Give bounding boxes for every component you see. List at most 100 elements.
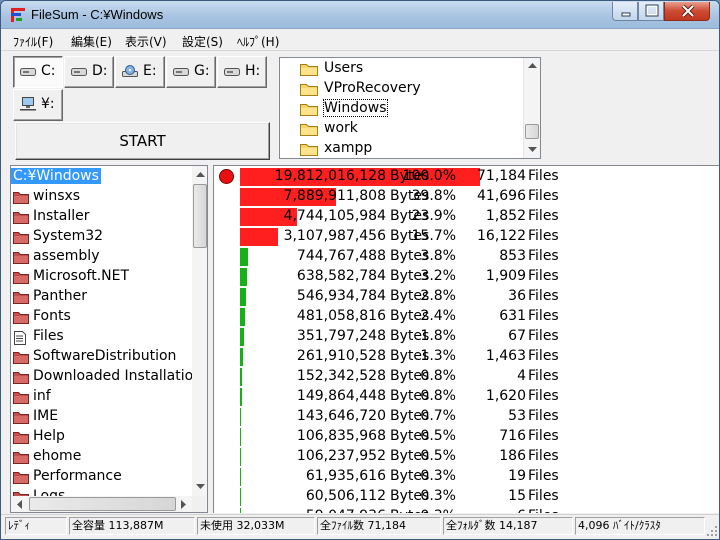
size-bytes: 106,835,968 — [296, 428, 386, 444]
result-row[interactable]: 3,107,987,456 Bytes 15.7% 16,122 Files — [214, 227, 719, 247]
result-row[interactable]: 152,342,528 Bytes 0.8% 4 Files — [214, 367, 719, 387]
scroll-thumb[interactable] — [525, 124, 539, 139]
result-row[interactable]: 149,864,448 Bytes 0.8% 1,620 Files — [214, 387, 719, 407]
tree-item[interactable]: winsxs — [11, 187, 192, 207]
result-row[interactable]: 351,797,248 Bytes 1.8% 67 Files — [214, 327, 719, 347]
tree-item[interactable]: ehome — [11, 447, 192, 467]
result-row[interactable]: 143,646,720 Bytes 0.7% 53 Files — [214, 407, 719, 427]
maximize-button[interactable] — [638, 2, 664, 21]
size-percent: 0.3% — [420, 508, 456, 513]
scroll-thumb[interactable] — [29, 497, 176, 511]
result-row[interactable]: 61,935,616 Bytes 0.3% 19 Files — [214, 467, 719, 487]
tree-item[interactable]: inf — [11, 387, 192, 407]
window-title: FileSum - C:¥Windows — [31, 7, 164, 22]
result-row[interactable]: 481,058,816 Bytes 2.4% 631 Files — [214, 307, 719, 327]
drive-label: D: — [92, 63, 108, 79]
size-bar — [240, 268, 247, 286]
menu-settings[interactable]: 設定(S) — [182, 33, 223, 50]
files-unit: Files — [528, 488, 559, 504]
size-bar — [240, 388, 242, 406]
scroll-right-icon[interactable] — [181, 500, 187, 509]
files-unit: Files — [528, 168, 559, 184]
result-row[interactable]: 60,506,112 Bytes 0.3% 15 Files — [214, 487, 719, 507]
maximize-icon — [645, 4, 659, 17]
scroll-left-icon[interactable] — [16, 500, 22, 509]
file-count: 716 — [499, 428, 526, 444]
size-bytes: 481,058,816 — [296, 308, 386, 324]
drive-c-button[interactable]: C: — [13, 56, 63, 88]
menu-edit[interactable]: 編集(E) — [71, 33, 112, 50]
tree-vertical-scrollbar[interactable] — [192, 166, 207, 496]
size-percent: 23.9% — [411, 208, 456, 224]
tree-item[interactable]: Files — [11, 327, 192, 347]
size-percent: 0.8% — [420, 368, 456, 384]
result-row[interactable]: 638,582,784 Bytes 3.2% 1,909 Files — [214, 267, 719, 287]
result-row[interactable]: 261,910,528 Bytes 1.3% 1,463 Files — [214, 347, 719, 367]
tree-horizontal-scrollbar[interactable] — [11, 496, 192, 512]
drive-yen-button[interactable]: ¥: — [13, 89, 63, 121]
result-row[interactable]: 19,812,016,128 Bytes 100.0% 71,184 Files — [214, 167, 719, 187]
tree-item[interactable]: Downloaded Installations — [11, 367, 192, 387]
scroll-down-icon[interactable] — [528, 147, 537, 153]
menu-help[interactable]: ﾍﾙﾌﾟ(H) — [237, 33, 279, 50]
folder-label: Users — [324, 60, 364, 76]
drive-g-button[interactable]: G: — [166, 56, 216, 88]
scroll-thumb[interactable] — [193, 184, 207, 248]
start-button[interactable]: START — [15, 122, 270, 160]
size-bar — [240, 348, 243, 366]
tree-item[interactable]: System32 — [11, 227, 192, 247]
size-percent: 2.8% — [420, 288, 456, 304]
tree-item[interactable]: Help — [11, 427, 192, 447]
minimize-button[interactable] — [612, 2, 638, 21]
size-percent: 15.7% — [411, 228, 456, 244]
folder-icon — [300, 144, 318, 156]
result-row[interactable]: 106,835,968 Bytes 0.5% 716 Files — [214, 427, 719, 447]
selected-marker-icon — [219, 169, 234, 184]
tree-item[interactable]: SoftwareDistribution — [11, 347, 192, 367]
size-bar — [240, 328, 244, 346]
folder-icon — [13, 352, 29, 364]
tree-item[interactable]: IME — [11, 407, 192, 427]
folder-icon — [13, 272, 29, 284]
tree-item[interactable]: Installer — [11, 207, 192, 227]
close-button[interactable] — [664, 2, 710, 21]
files-unit: Files — [528, 408, 559, 424]
result-row[interactable]: 546,934,784 Bytes 2.8% 36 Files — [214, 287, 719, 307]
folder-list-scrollbar[interactable] — [523, 58, 540, 158]
scroll-down-icon[interactable] — [196, 484, 205, 490]
tree-item-label: Performance — [33, 468, 122, 484]
result-row[interactable]: 744,767,488 Bytes 3.8% 853 Files — [214, 247, 719, 267]
result-row[interactable]: 4,744,105,984 Bytes 23.9% 1,852 Files — [214, 207, 719, 227]
tree-item[interactable]: Microsoft.NET — [11, 267, 192, 287]
size-percent: 1.8% — [420, 328, 456, 344]
drive-e-button[interactable]: E: — [115, 56, 165, 88]
scroll-up-icon[interactable] — [528, 62, 537, 68]
result-row[interactable]: 106,237,952 Bytes 0.5% 186 Files — [214, 447, 719, 467]
menu-file[interactable]: ﾌｧｲﾙ(F) — [13, 33, 53, 50]
tree-item[interactable]: Panther — [11, 287, 192, 307]
result-row[interactable]: 59,047,936Bytes0.3%6Files — [214, 507, 719, 513]
resize-grip-icon[interactable] — [707, 526, 718, 537]
tree-item[interactable]: Performance — [11, 467, 192, 487]
size-bar — [240, 408, 241, 426]
tree-item[interactable]: assembly — [11, 247, 192, 267]
tree-item-label: winsxs — [33, 188, 81, 204]
file-icon — [14, 331, 26, 345]
folder-icon — [13, 472, 29, 484]
drive-d-button[interactable]: D: — [64, 56, 114, 88]
tree-item-selected[interactable]: C:¥Windows — [11, 167, 192, 187]
size-bar — [240, 308, 245, 326]
files-unit: Files — [528, 368, 559, 384]
file-count: 41,696 — [477, 188, 526, 204]
size-bytes: 4,744,105,984 — [283, 208, 386, 224]
title-bar[interactable]: FileSum - C:¥Windows — [1, 1, 719, 29]
tree-item-label: ehome — [33, 448, 82, 464]
drive-h-button[interactable]: H: — [217, 56, 267, 88]
scroll-up-icon[interactable] — [196, 171, 205, 177]
tree-item[interactable]: Fonts — [11, 307, 192, 327]
folder-icon — [13, 192, 29, 204]
menu-view[interactable]: 表示(V) — [125, 33, 167, 50]
app-window: FileSum - C:¥Windows ﾌｧｲﾙ(F) 編集(E) 表示(V)… — [0, 0, 720, 540]
size-bar — [240, 448, 241, 466]
result-row[interactable]: 7,889,911,808 Bytes 39.8% 41,696 Files — [214, 187, 719, 207]
